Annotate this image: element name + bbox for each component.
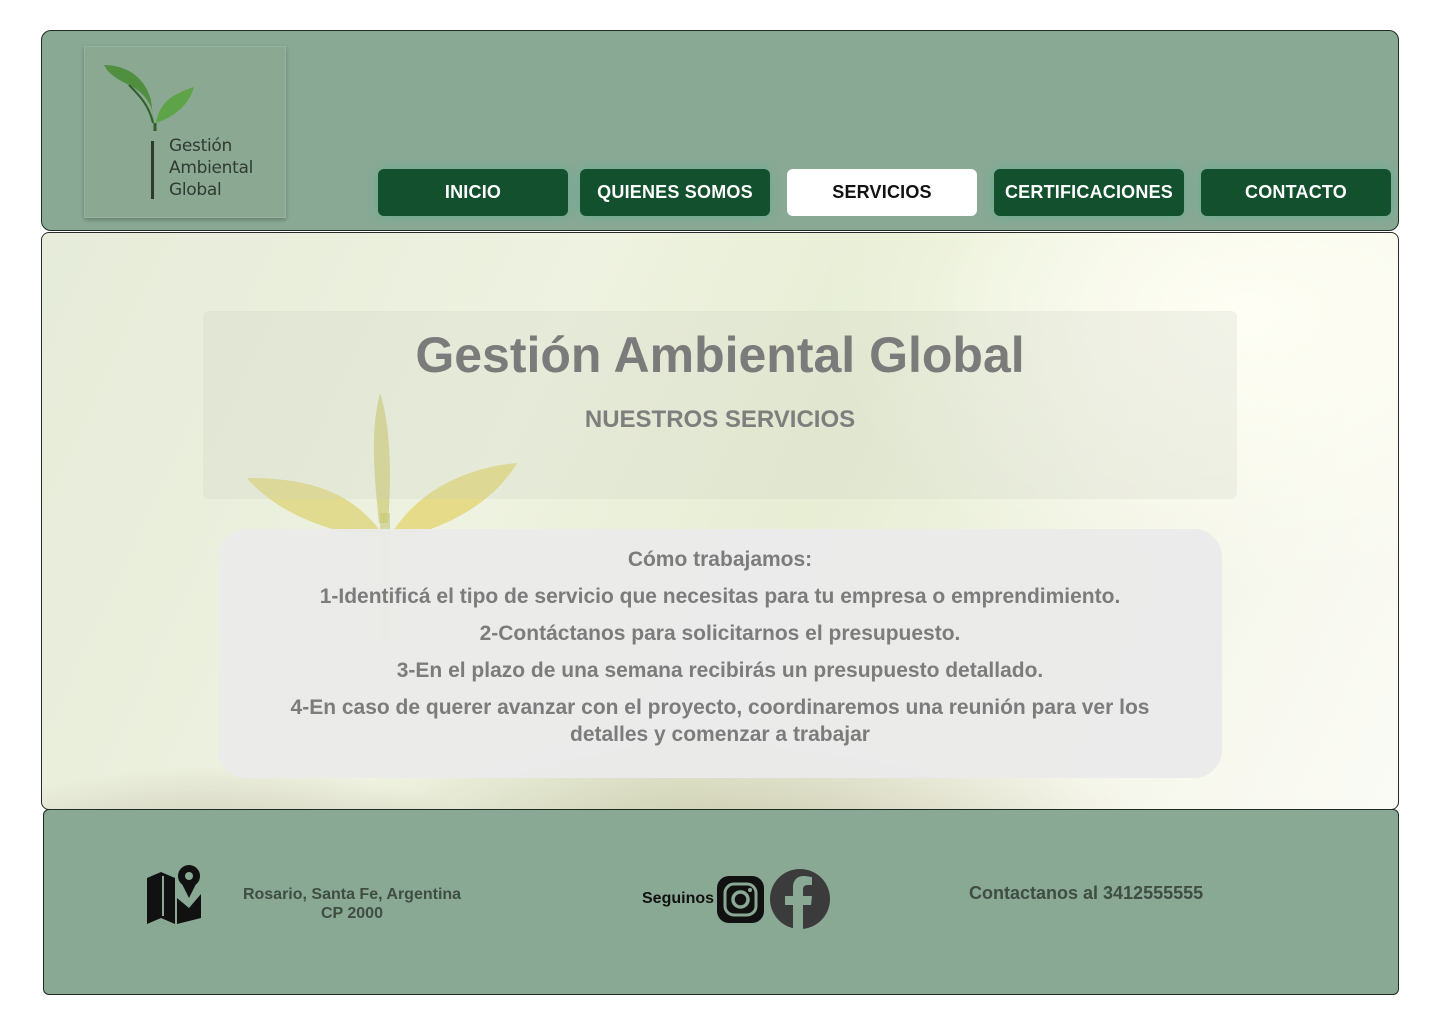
facebook-icon[interactable] <box>770 869 830 929</box>
steps-panel: Cómo trabajamos: 1-Identificá el tipo de… <box>218 529 1222 778</box>
step-item: 2-Contáctanos para solicitarnos el presu… <box>479 622 961 645</box>
postal-code: CP 2000 <box>321 905 383 922</box>
nav-certificaciones[interactable]: CERTIFICACIONES <box>994 169 1184 216</box>
logo-line: Global <box>169 180 222 200</box>
nav-servicios[interactable]: SERVICIOS <box>787 169 977 216</box>
nav-contacto[interactable]: CONTACTO <box>1201 169 1391 216</box>
footer-address: Rosario, Santa Fe, Argentina CP 2000 <box>242 885 462 923</box>
contact-phone: Contactanos al 3412555555 <box>969 883 1204 903</box>
logo-line: Gestión <box>169 136 232 156</box>
nav-quienes-somos[interactable]: QUIENES SOMOS <box>580 169 770 216</box>
page-subtitle: NUESTROS SERVICIOS <box>584 406 856 433</box>
logo[interactable]: Gestión Ambiental Global <box>84 46 286 218</box>
logo-line: Ambiental <box>169 158 254 178</box>
nav-inicio[interactable]: INICIO <box>378 169 568 216</box>
sprout-logo-icon <box>104 65 194 131</box>
map-pin-icon <box>147 865 201 924</box>
step-item: 1-Identificá el tipo de servicio que nec… <box>319 585 1121 608</box>
logo-text: Gestión Ambiental Global <box>169 135 253 201</box>
follow-label: Seguinos <box>642 890 715 907</box>
page-title: Gestión Ambiental Global <box>415 327 1025 383</box>
step-item: 4-En caso de querer avanzar con el proye… <box>290 696 1150 746</box>
instagram-icon[interactable] <box>717 876 764 923</box>
steps-title: Cómo trabajamos: <box>627 548 813 571</box>
step-item: 3-En el plazo de una semana recibirás un… <box>396 659 1044 682</box>
site-footer: Rosario, Santa Fe, Argentina CP 2000 Seg… <box>43 809 1399 995</box>
logo-bar <box>151 141 154 199</box>
address-line: Rosario, Santa Fe, Argentina <box>242 886 462 903</box>
hero-section: Gestión Ambiental Global NUESTROS SERVIC… <box>41 232 1399 810</box>
site-header: Gestión Ambiental Global INICIO QUIENES … <box>41 30 1399 231</box>
